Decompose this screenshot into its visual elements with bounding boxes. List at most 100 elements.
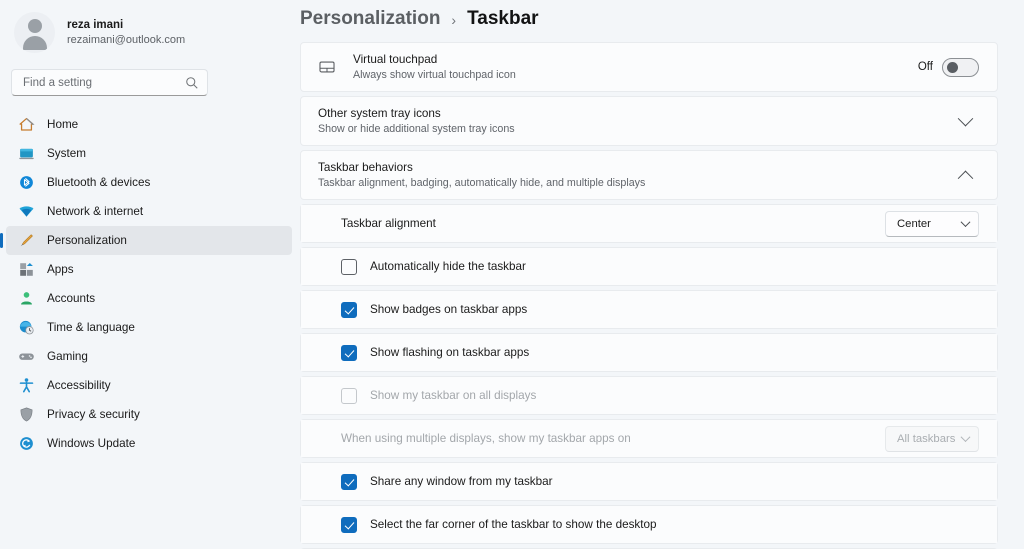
chevron-up-icon bbox=[957, 170, 973, 186]
subrow-multiple-displays-apps: When using multiple displays, show my ta… bbox=[301, 420, 997, 457]
sidebar: reza imani rezaimani@outlook.com Home bbox=[0, 0, 300, 549]
avatar bbox=[14, 12, 55, 53]
row-title: Taskbar behaviors bbox=[318, 161, 413, 174]
windows-update-icon bbox=[18, 435, 35, 452]
search-icon bbox=[185, 76, 199, 90]
row-texts: Taskbar behaviors Taskbar alignment, bad… bbox=[318, 160, 951, 190]
row-taskbar-behaviors-header[interactable]: Taskbar behaviors Taskbar alignment, bad… bbox=[301, 151, 997, 199]
sidebar-item-apps[interactable]: Apps bbox=[6, 255, 292, 284]
chevron-down-icon bbox=[957, 110, 973, 126]
sidebar-item-windows-update[interactable]: Windows Update bbox=[6, 429, 292, 458]
row-texts: Virtual touchpad Always show virtual tou… bbox=[353, 52, 918, 82]
sidebar-item-label: Gaming bbox=[47, 349, 88, 363]
sidebar-item-gaming[interactable]: Gaming bbox=[6, 342, 292, 371]
search-input[interactable] bbox=[23, 76, 185, 89]
subrow-auto-hide-taskbar[interactable]: Automatically hide the taskbar bbox=[301, 248, 997, 285]
wifi-icon bbox=[18, 203, 35, 220]
expand-other-tray-icons-button[interactable] bbox=[951, 107, 979, 135]
card-show-flashing: Show flashing on taskbar apps bbox=[300, 333, 998, 372]
sidebar-item-network-internet[interactable]: Network & internet bbox=[6, 197, 292, 226]
toggle-knob bbox=[947, 61, 958, 73]
sidebar-nav: Home System Bluetooth & devices Network … bbox=[0, 110, 300, 458]
row-other-system-tray-icons[interactable]: Other system tray icons Show or hide add… bbox=[301, 97, 997, 145]
page-title: Taskbar bbox=[467, 8, 539, 29]
home-icon bbox=[18, 116, 35, 133]
clock-globe-icon bbox=[18, 319, 35, 336]
sidebar-item-personalization[interactable]: Personalization bbox=[0, 226, 292, 255]
card-far-corner-show-desktop: Select the far corner of the taskbar to … bbox=[300, 505, 998, 544]
paintbrush-icon bbox=[18, 232, 35, 249]
sidebar-item-label: Windows Update bbox=[47, 436, 136, 450]
breadcrumb-separator-icon: › bbox=[451, 12, 457, 28]
auto-hide-taskbar-checkbox[interactable] bbox=[341, 258, 357, 275]
row-texts: Other system tray icons Show or hide add… bbox=[318, 106, 951, 136]
sidebar-item-time-language[interactable]: Time & language bbox=[6, 313, 292, 342]
subrow-label: Automatically hide the taskbar bbox=[370, 260, 526, 273]
sidebar-item-label: Time & language bbox=[47, 320, 135, 334]
sidebar-item-accounts[interactable]: Accounts bbox=[6, 284, 292, 313]
sidebar-item-bluetooth-devices[interactable]: Bluetooth & devices bbox=[6, 168, 292, 197]
card-share-any-window: Share any window from my taskbar bbox=[300, 462, 998, 501]
chevron-down-icon bbox=[960, 432, 971, 443]
dropdown-value: All taskbars bbox=[897, 432, 956, 445]
multiple-displays-apps-dropdown: All taskbars bbox=[885, 425, 979, 452]
subrow-label: Show flashing on taskbar apps bbox=[370, 346, 530, 359]
gamepad-icon bbox=[18, 348, 35, 365]
sidebar-item-privacy-security[interactable]: Privacy & security bbox=[6, 400, 292, 429]
dropdown-value: Center bbox=[897, 217, 931, 230]
sidebar-item-label: Accessibility bbox=[47, 378, 111, 392]
bluetooth-icon bbox=[18, 174, 35, 191]
show-flashing-checkbox[interactable] bbox=[341, 344, 357, 361]
row-subtitle: Show or hide additional system tray icon… bbox=[318, 123, 515, 135]
far-corner-show-desktop-checkbox[interactable] bbox=[341, 516, 357, 533]
system-icon bbox=[18, 145, 35, 162]
breadcrumb-parent[interactable]: Personalization bbox=[300, 8, 440, 30]
row-title: Other system tray icons bbox=[318, 107, 441, 120]
main-content: Personalization › Taskbar Virtual touchp… bbox=[300, 0, 1024, 549]
search-box[interactable] bbox=[11, 69, 208, 96]
row-title: Virtual touchpad bbox=[353, 53, 438, 66]
sidebar-item-label: Home bbox=[47, 117, 79, 131]
subrow-label: Select the far corner of the taskbar to … bbox=[370, 518, 657, 531]
taskbar-alignment-dropdown[interactable]: Center bbox=[885, 210, 979, 237]
sidebar-item-home[interactable]: Home bbox=[6, 110, 292, 139]
share-any-window-checkbox[interactable] bbox=[341, 473, 357, 490]
row-subtitle: Taskbar alignment, badging, automaticall… bbox=[318, 177, 646, 189]
settings-cards: Virtual touchpad Always show virtual tou… bbox=[300, 42, 998, 549]
accessibility-icon bbox=[18, 377, 35, 394]
card-multiple-displays-apps: When using multiple displays, show my ta… bbox=[300, 419, 998, 458]
show-badges-checkbox[interactable] bbox=[341, 301, 357, 318]
virtual-touchpad-toggle-group: Off bbox=[918, 57, 979, 77]
collapse-taskbar-behaviors-button[interactable] bbox=[951, 161, 979, 189]
sidebar-item-label: Privacy & security bbox=[47, 407, 140, 421]
breadcrumb: Personalization › Taskbar bbox=[300, 0, 1000, 42]
sidebar-item-label: Personalization bbox=[47, 233, 127, 247]
subrow-show-flashing[interactable]: Show flashing on taskbar apps bbox=[301, 334, 997, 371]
subrow-show-badges[interactable]: Show badges on taskbar apps bbox=[301, 291, 997, 328]
subrow-label: Show badges on taskbar apps bbox=[370, 303, 528, 316]
subrow-far-corner-show-desktop[interactable]: Select the far corner of the taskbar to … bbox=[301, 506, 997, 543]
card-show-taskbar-all-displays: Show my taskbar on all displays bbox=[300, 376, 998, 415]
sidebar-item-accessibility[interactable]: Accessibility bbox=[6, 371, 292, 400]
account-name: reza imani bbox=[67, 19, 124, 31]
sidebar-item-label: Accounts bbox=[47, 291, 96, 305]
touchpad-icon bbox=[318, 58, 336, 76]
subrow-label: Taskbar alignment bbox=[341, 217, 436, 230]
subrow-label: When using multiple displays, show my ta… bbox=[341, 432, 631, 445]
chevron-down-icon bbox=[960, 217, 971, 228]
subrow-share-any-window[interactable]: Share any window from my taskbar bbox=[301, 463, 997, 500]
account-text: reza imani rezaimani@outlook.com bbox=[67, 18, 185, 47]
settings-window: reza imani rezaimani@outlook.com Home bbox=[0, 0, 1024, 549]
virtual-touchpad-toggle[interactable] bbox=[942, 57, 979, 77]
sidebar-item-label: System bbox=[47, 146, 86, 160]
subrow-show-taskbar-all-displays: Show my taskbar on all displays bbox=[301, 377, 997, 414]
card-other-system-tray-icons: Other system tray icons Show or hide add… bbox=[300, 96, 998, 146]
account-email: rezaimani@outlook.com bbox=[67, 34, 186, 46]
subrow-label: Show my taskbar on all displays bbox=[370, 389, 537, 402]
sidebar-item-system[interactable]: System bbox=[6, 139, 292, 168]
subrow-taskbar-alignment: Taskbar alignment Center bbox=[301, 205, 997, 242]
show-taskbar-all-displays-checkbox bbox=[341, 387, 357, 404]
row-subtitle: Always show virtual touchpad icon bbox=[353, 69, 516, 81]
account-block[interactable]: reza imani rezaimani@outlook.com bbox=[0, 0, 300, 65]
row-virtual-touchpad: Virtual touchpad Always show virtual tou… bbox=[301, 43, 997, 91]
